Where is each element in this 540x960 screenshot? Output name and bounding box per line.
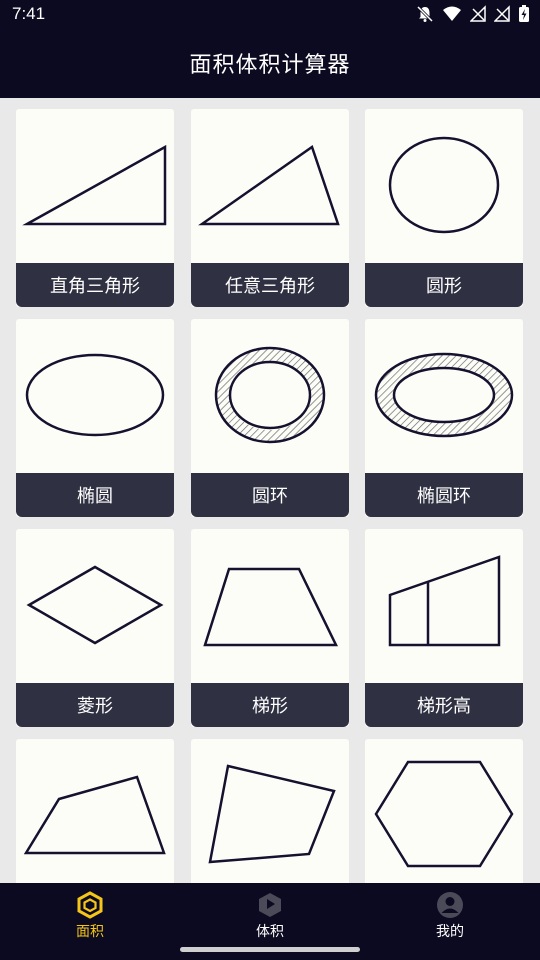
- circle-icon: [388, 136, 500, 234]
- app-bar: 面积体积计算器: [0, 28, 540, 98]
- shape-card-irregular-quadrilateral[interactable]: [191, 739, 349, 883]
- status-bar: 7:41: [0, 0, 540, 28]
- shape-card-trapezoid-height[interactable]: 梯形高: [365, 529, 523, 727]
- notifications-off-icon: [416, 5, 434, 23]
- shape-card-label: 菱形: [16, 683, 174, 727]
- nav-item-area[interactable]: 面积: [30, 883, 150, 943]
- shape-card-quadrilateral[interactable]: [16, 739, 174, 883]
- shape-card-hexagon[interactable]: [365, 739, 523, 883]
- hexagon-icon: [374, 760, 514, 868]
- signal-icon: [470, 5, 486, 22]
- hexagon-nav-icon: [77, 891, 103, 919]
- rhombus-icon: [26, 565, 164, 645]
- shape-card-circle[interactable]: 圆形: [365, 109, 523, 307]
- shape-card-label: 梯形: [191, 683, 349, 727]
- trapezoid-height-icon: [388, 555, 501, 647]
- nav-label: 面积: [76, 924, 104, 940]
- nav-item-mine[interactable]: 我的: [390, 883, 510, 943]
- shape-card-label: 直角三角形: [16, 263, 174, 307]
- shape-card-label: 椭圆: [16, 473, 174, 517]
- shape-card-label: 椭圆环: [365, 473, 523, 517]
- shape-card-ellipse-ring[interactable]: 椭圆环: [365, 319, 523, 517]
- shape-card-triangle[interactable]: 任意三角形: [191, 109, 349, 307]
- nav-item-volume[interactable]: 体积: [210, 883, 330, 943]
- quadrilateral-icon: [23, 775, 166, 855]
- shape-card-ellipse[interactable]: 椭圆: [16, 319, 174, 517]
- shape-card-label: 任意三角形: [191, 263, 349, 307]
- right-triangle-icon: [22, 144, 167, 226]
- shape-card-label: 圆形: [365, 263, 523, 307]
- battery-icon: [519, 5, 529, 22]
- home-indicator: [180, 947, 360, 952]
- shape-card-trapezoid[interactable]: 梯形: [191, 529, 349, 727]
- status-icons: [416, 5, 530, 23]
- shape-card-rhombus[interactable]: 菱形: [16, 529, 174, 727]
- status-time: 7:41: [12, 4, 46, 23]
- ring-icon: [214, 346, 326, 444]
- nav-label: 我的: [436, 924, 464, 940]
- page-title: 面积体积计算器: [189, 53, 351, 78]
- nav-label: 体积: [256, 924, 284, 940]
- signal-icon-2: [494, 5, 510, 22]
- ellipse-icon: [25, 353, 165, 437]
- wifi-icon: [443, 6, 461, 21]
- user-nav-icon: [437, 892, 463, 918]
- shape-grid: 直角三角形 任意三角形 圆形 椭圆 圆环 椭圆环 菱形 梯形 梯形高: [0, 98, 540, 883]
- irregular-quadrilateral-icon: [208, 764, 336, 864]
- cube-nav-icon: [259, 893, 281, 917]
- ellipse-ring-icon: [374, 352, 514, 438]
- trapezoid-icon: [203, 567, 338, 647]
- shape-card-label: 圆环: [191, 473, 349, 517]
- triangle-icon: [198, 145, 340, 226]
- shape-card-ring[interactable]: 圆环: [191, 319, 349, 517]
- shape-card-right-triangle[interactable]: 直角三角形: [16, 109, 174, 307]
- shape-card-label: 梯形高: [365, 683, 523, 727]
